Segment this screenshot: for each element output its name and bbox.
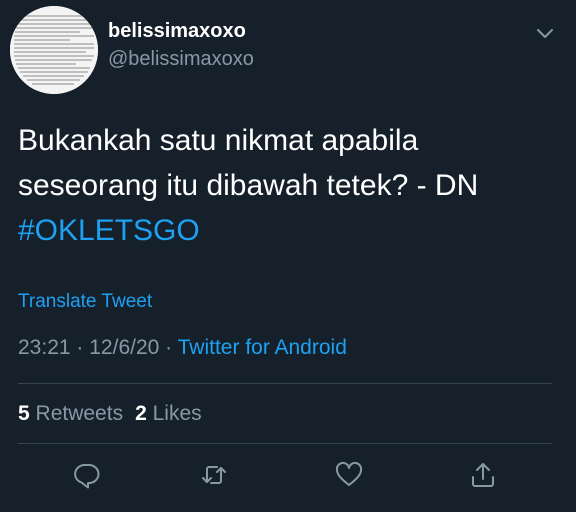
- retweets-label: Retweets: [35, 402, 124, 425]
- likes-stat[interactable]: 2 Likes: [135, 402, 202, 425]
- chevron-down-icon[interactable]: [534, 22, 556, 44]
- tweet-source-link[interactable]: Twitter for Android: [178, 336, 347, 359]
- display-name[interactable]: belissimaxoxo: [108, 20, 246, 43]
- likes-count: 2: [135, 402, 147, 425]
- share-icon[interactable]: [468, 460, 498, 490]
- likes-label: Likes: [152, 402, 202, 425]
- retweets-count: 5: [18, 402, 30, 425]
- avatar[interactable]: [10, 6, 98, 94]
- translate-tweet-link[interactable]: Translate Tweet: [18, 291, 152, 313]
- tweet-text-line: Bukankah satu nikmat apabila: [18, 124, 419, 157]
- hashtag-link[interactable]: #OKLETSGO: [18, 208, 558, 253]
- meta-separator: ·: [165, 336, 173, 359]
- retweet-icon[interactable]: [199, 460, 229, 490]
- retweets-stat[interactable]: 5 Retweets: [18, 402, 123, 425]
- tweet-text-line: seseorang itu dibawah tetek? - DN: [18, 169, 479, 202]
- tweet-date[interactable]: 12/6/20: [89, 336, 159, 359]
- meta-separator: ·: [76, 336, 84, 359]
- like-icon[interactable]: [334, 460, 364, 490]
- user-handle[interactable]: @belissimaxoxo: [108, 48, 254, 71]
- engagement-stats: 5 Retweets 2 Likes: [18, 402, 202, 426]
- tweet-text: Bukankah satu nikmat apabila seseorang i…: [18, 118, 558, 253]
- text-collage-avatar-icon: [10, 6, 98, 94]
- divider: [18, 443, 552, 444]
- divider: [18, 383, 552, 384]
- tweet-time[interactable]: 23:21: [18, 336, 71, 359]
- tweet-meta: 23:21 · 12/6/20 · Twitter for Android: [18, 336, 347, 360]
- reply-icon[interactable]: [72, 460, 102, 490]
